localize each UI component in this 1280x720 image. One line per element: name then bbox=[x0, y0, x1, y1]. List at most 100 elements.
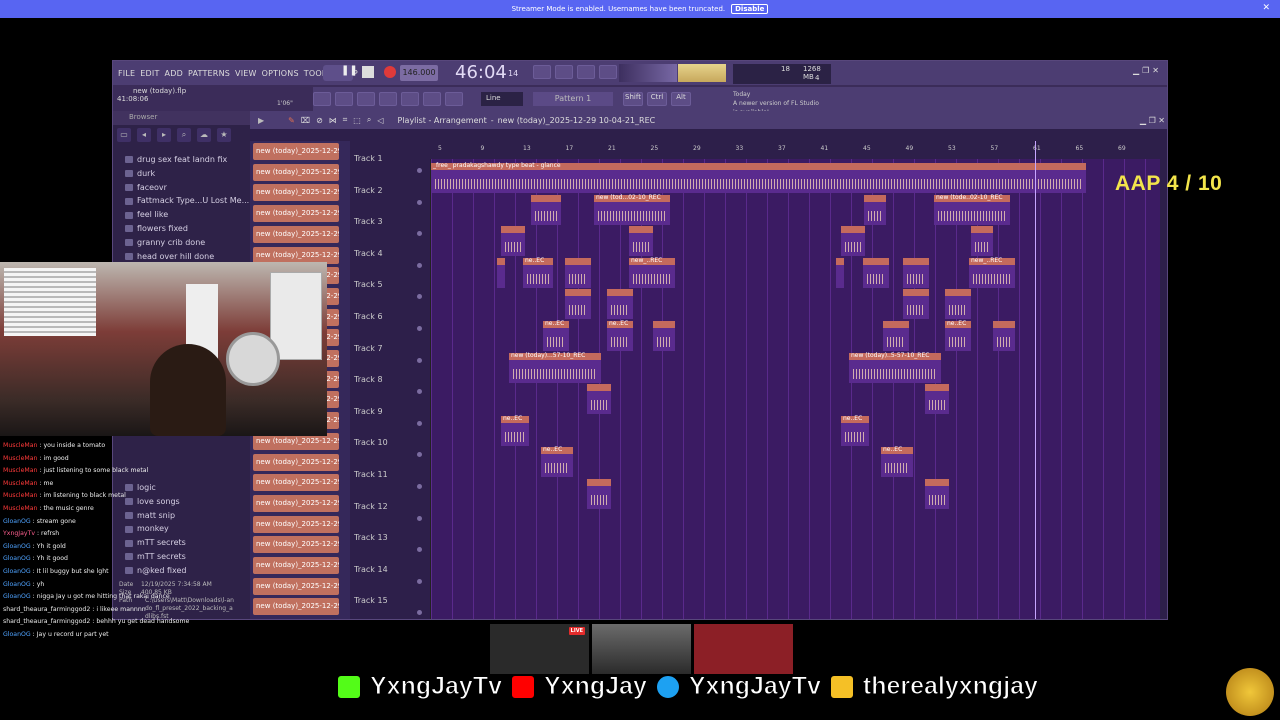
audio-clip[interactable] bbox=[925, 479, 949, 509]
menu-item[interactable]: EDIT bbox=[140, 69, 159, 78]
audio-clip[interactable]: new (today)...57-10_REC bbox=[509, 352, 601, 383]
audio-clip[interactable] bbox=[903, 257, 929, 288]
audio-clip[interactable] bbox=[565, 289, 591, 320]
playhead[interactable] bbox=[1035, 141, 1036, 619]
audio-clip[interactable]: new (tode..02-10_REC bbox=[934, 194, 1010, 225]
pattern-clip[interactable]: new (today)_2025-12-29... bbox=[253, 143, 339, 160]
track-mute-icon[interactable] bbox=[417, 389, 422, 395]
ctrl-button[interactable]: Ctrl bbox=[647, 92, 667, 106]
close-icon[interactable]: ✕ bbox=[1262, 3, 1270, 13]
audio-clip[interactable] bbox=[587, 479, 611, 509]
minimize-icon[interactable]: ▁ bbox=[1133, 66, 1139, 75]
audio-clip[interactable] bbox=[497, 257, 505, 288]
pattern-clip[interactable]: new (today)_2025-12-29... bbox=[253, 225, 339, 243]
browser-icon[interactable] bbox=[401, 92, 419, 106]
mixer-icon[interactable] bbox=[379, 92, 397, 106]
track-header[interactable]: Track 5 bbox=[354, 277, 424, 308]
close-window-icon[interactable]: ✕ bbox=[1152, 66, 1159, 75]
piano-roll-icon[interactable] bbox=[335, 92, 353, 106]
audio-clip[interactable] bbox=[653, 321, 675, 351]
track-mute-icon[interactable] bbox=[417, 294, 422, 300]
list-item[interactable]: Fattmack Type...U Lost Me... bbox=[125, 194, 249, 208]
disable-button[interactable]: Disable bbox=[731, 4, 769, 14]
track-header[interactable]: Track 10 bbox=[354, 435, 424, 466]
playlist-close-icon[interactable]: ▁ ❐ ✕ bbox=[1140, 116, 1165, 125]
list-item[interactable]: faceovr bbox=[125, 181, 249, 195]
track-mute-icon[interactable] bbox=[417, 168, 422, 173]
snap-select[interactable]: Line bbox=[481, 92, 523, 106]
track-mute-icon[interactable] bbox=[417, 262, 422, 268]
audio-clip[interactable]: new (tod...02-10_REC bbox=[594, 194, 670, 225]
audio-clip[interactable]: ne..EC bbox=[523, 257, 553, 288]
thumbnail-screen[interactable]: LIVE bbox=[490, 624, 589, 674]
audio-clip[interactable]: ne..EC bbox=[881, 446, 913, 478]
pattern-clip[interactable]: new (today)_2025-12-29... bbox=[253, 163, 339, 181]
audio-clip[interactable] bbox=[836, 257, 844, 288]
track-header[interactable]: Track 12 bbox=[354, 499, 424, 530]
audio-clip[interactable] bbox=[841, 226, 865, 257]
countdown-icon[interactable] bbox=[555, 65, 573, 79]
pattern-clip[interactable]: new (today)_2025-12-29... bbox=[253, 184, 339, 202]
audio-clip[interactable] bbox=[883, 321, 909, 351]
track-header[interactable]: Track 9 bbox=[354, 404, 424, 435]
browser-fwd-icon[interactable]: ▸ bbox=[157, 128, 171, 142]
track-mute-icon[interactable] bbox=[417, 357, 422, 363]
browser-search-icon[interactable]: ⌕ bbox=[177, 128, 191, 142]
menu-item[interactable]: PATTERNS bbox=[188, 69, 230, 78]
menu-item[interactable]: VIEW bbox=[235, 69, 257, 78]
audio-clip[interactable]: ne..EC bbox=[543, 320, 569, 351]
list-item[interactable]: drug sex feat landn fix bbox=[125, 153, 249, 167]
zoom-icon[interactable]: ⌕ bbox=[367, 115, 371, 125]
audio-clip[interactable] bbox=[971, 226, 993, 257]
track-mute-icon[interactable] bbox=[417, 578, 422, 584]
step-edit-icon[interactable] bbox=[599, 65, 617, 79]
pause-icon[interactable]: ❚❚ bbox=[341, 65, 358, 81]
audio-clip[interactable] bbox=[629, 226, 653, 257]
track-header[interactable]: Track 11 bbox=[354, 467, 424, 498]
track-mute-icon[interactable] bbox=[417, 452, 422, 458]
audio-clip[interactable] bbox=[501, 226, 525, 257]
track-header[interactable]: Track 7 bbox=[354, 341, 424, 372]
metronome-icon[interactable] bbox=[533, 65, 551, 79]
pattern-clip[interactable]: new (today)_2025-12-29... bbox=[253, 246, 339, 264]
playlist-play-icon[interactable]: ▶ bbox=[258, 116, 264, 125]
menu-item[interactable]: OPTIONS bbox=[262, 69, 299, 78]
track-mute-icon[interactable] bbox=[417, 199, 422, 205]
audio-clip[interactable] bbox=[993, 321, 1015, 351]
audio-clip[interactable] bbox=[864, 194, 886, 225]
mute-icon[interactable]: ⋈ bbox=[329, 116, 337, 125]
thumbnail-red[interactable] bbox=[694, 624, 793, 674]
menu-item[interactable]: ADD bbox=[165, 69, 183, 78]
speaker-icon[interactable]: ◁ bbox=[377, 116, 383, 125]
audio-clip[interactable] bbox=[531, 194, 561, 225]
track-mute-icon[interactable] bbox=[417, 547, 422, 553]
track-mute-icon[interactable] bbox=[417, 231, 422, 237]
browser-star-icon[interactable]: ★ bbox=[217, 128, 231, 142]
maximize-icon[interactable]: ❐ bbox=[1142, 66, 1149, 75]
mic-icon[interactable] bbox=[445, 92, 463, 106]
track-mute-icon[interactable] bbox=[417, 420, 422, 426]
select-icon[interactable]: ⬚ bbox=[353, 116, 361, 125]
list-item[interactable]: durk bbox=[125, 167, 249, 181]
track-mute-icon[interactable] bbox=[417, 610, 422, 616]
track-mute-icon[interactable] bbox=[417, 326, 422, 331]
track-header[interactable]: Track 4 bbox=[354, 246, 424, 277]
playlist-icon[interactable] bbox=[313, 92, 331, 106]
browser-cloud-icon[interactable]: ☁ bbox=[197, 128, 211, 142]
audio-clip[interactable]: _free_ pradakagshawdy type beat - glance bbox=[431, 162, 1086, 193]
list-item[interactable]: flowers fixed bbox=[125, 222, 249, 236]
loop-record-icon[interactable] bbox=[577, 65, 595, 79]
arrow-icon[interactable] bbox=[423, 92, 441, 106]
audio-clip[interactable]: ne..EC bbox=[541, 446, 573, 478]
list-item[interactable]: feel like bbox=[125, 208, 249, 222]
audio-clip[interactable]: ne..EC bbox=[501, 415, 529, 446]
channel-rack-icon[interactable] bbox=[357, 92, 375, 106]
audio-clip[interactable]: new_..REC bbox=[629, 257, 675, 288]
audio-clip[interactable] bbox=[607, 289, 633, 320]
track-header[interactable]: Track 13 bbox=[354, 530, 424, 561]
audio-clip[interactable] bbox=[925, 384, 949, 415]
list-item[interactable]: granny crib done bbox=[125, 236, 249, 250]
arrangement-grid[interactable]: _free_ pradakagshawdy type beat - glance… bbox=[430, 159, 1160, 619]
delete-icon[interactable]: ⊘ bbox=[316, 116, 323, 125]
audio-clip[interactable] bbox=[903, 289, 929, 320]
